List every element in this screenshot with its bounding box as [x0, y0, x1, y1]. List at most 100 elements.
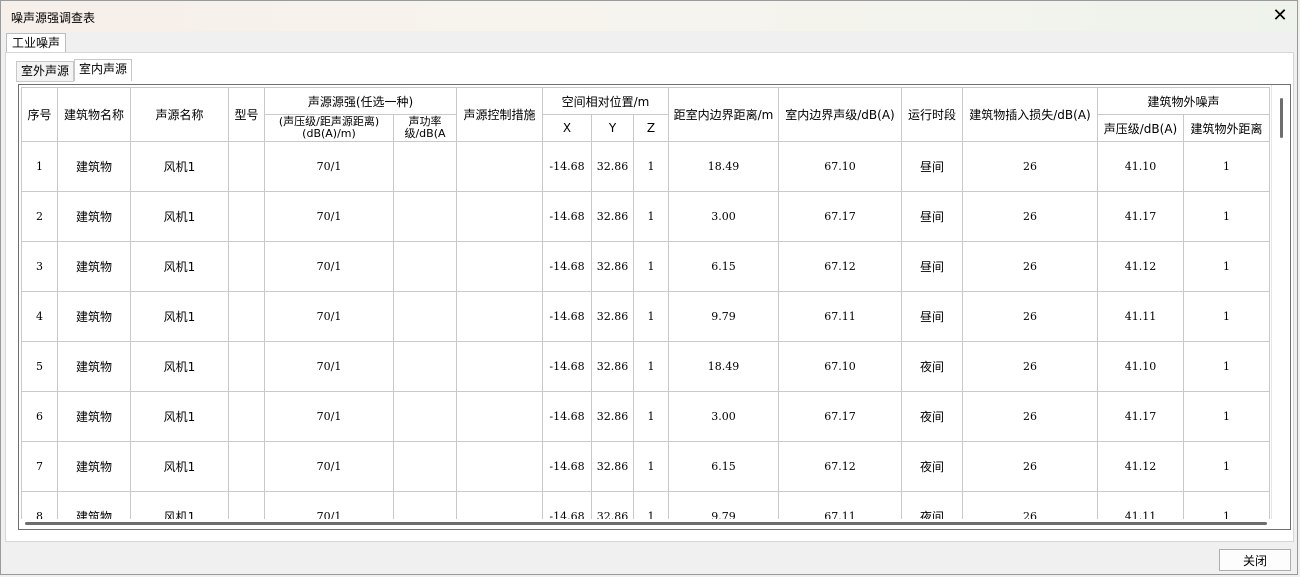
- cell-outside-distance[interactable]: 1: [1182, 291, 1271, 342]
- cell-operation-period[interactable]: 夜间: [901, 341, 963, 392]
- cell-source-name[interactable]: 风机1: [130, 241, 229, 292]
- cell-indoor-spl[interactable]: 67.17: [778, 391, 902, 442]
- cell-distance-boundary[interactable]: 9.79: [668, 291, 779, 342]
- cell-y[interactable]: 32.86: [591, 241, 634, 292]
- cell-building-name[interactable]: 建筑物: [57, 391, 131, 442]
- cell-z[interactable]: 1: [633, 141, 669, 192]
- cell-control-measures[interactable]: [456, 191, 543, 242]
- cell-outside-distance[interactable]: 1: [1182, 441, 1271, 492]
- cell-source-name[interactable]: 风机1: [130, 391, 229, 442]
- cell-control-measures[interactable]: [456, 291, 543, 342]
- header-seq[interactable]: 序号: [21, 87, 58, 142]
- cell-seq[interactable]: 5: [21, 341, 58, 392]
- cell-insertion-loss[interactable]: 26: [962, 241, 1098, 292]
- header-model[interactable]: 型号: [228, 87, 265, 142]
- cell-z[interactable]: 1: [633, 341, 669, 392]
- vertical-scrollbar[interactable]: [1271, 85, 1290, 529]
- tab-outdoor-source[interactable]: 室外声源: [16, 61, 75, 82]
- header-sound-power[interactable]: 声功率级/dB(A: [393, 114, 457, 142]
- cell-insertion-loss[interactable]: 26: [962, 391, 1098, 442]
- cell-outside-distance[interactable]: 1: [1182, 141, 1271, 192]
- cell-distance-boundary[interactable]: 18.49: [668, 141, 779, 192]
- horizontal-scrollbar[interactable]: [19, 519, 1272, 529]
- cell-sound-power[interactable]: [393, 141, 457, 192]
- header-source-name[interactable]: 声源名称: [130, 87, 229, 142]
- cell-source-name[interactable]: 风机1: [130, 291, 229, 342]
- cell-y[interactable]: 32.86: [591, 391, 634, 442]
- header-outside-distance[interactable]: 建筑物外距离: [1182, 114, 1271, 142]
- header-building-name[interactable]: 建筑物名称: [57, 87, 131, 142]
- cell-operation-period[interactable]: 昼间: [901, 141, 963, 192]
- table-row[interactable]: 7 建筑物 风机1 70/1 -14.68 32.86 1 6.15 67.12 夜间 26 41.1…: [21, 441, 1271, 492]
- cell-building-name[interactable]: 建筑物: [57, 291, 131, 342]
- cell-building-name[interactable]: 建筑物: [57, 141, 131, 192]
- cell-model[interactable]: [228, 141, 265, 192]
- cell-x[interactable]: -14.68: [542, 141, 592, 192]
- header-control-measures[interactable]: 声源控制措施: [456, 87, 543, 142]
- table-row[interactable]: 6 建筑物 风机1 70/1 -14.68 32.86 1 3.00 67.17 夜间 26 41.1…: [21, 391, 1271, 442]
- table-row[interactable]: 3 建筑物 风机1 70/1 -14.68 32.86 1 6.15 67.12 昼间 26 41.1…: [21, 241, 1271, 292]
- cell-model[interactable]: [228, 241, 265, 292]
- cell-outside-spl[interactable]: 41.10: [1097, 341, 1184, 392]
- cell-model[interactable]: [228, 191, 265, 242]
- close-icon[interactable]: ✕: [1269, 5, 1291, 27]
- cell-operation-period[interactable]: 昼间: [901, 241, 963, 292]
- cell-indoor-spl[interactable]: 67.17: [778, 191, 902, 242]
- data-grid[interactable]: 序号 建筑物名称 声源名称 型号 声源源强(任选一种) 声源控制措施 空间相对位…: [18, 84, 1291, 530]
- cell-seq[interactable]: 6: [21, 391, 58, 442]
- header-z[interactable]: Z: [633, 114, 669, 142]
- cell-z[interactable]: 1: [633, 191, 669, 242]
- cell-building-name[interactable]: 建筑物: [57, 241, 131, 292]
- cell-sound-power[interactable]: [393, 291, 457, 342]
- cell-sound-power[interactable]: [393, 341, 457, 392]
- cell-distance-boundary[interactable]: 18.49: [668, 341, 779, 392]
- cell-source-name[interactable]: 风机1: [130, 341, 229, 392]
- cell-building-name[interactable]: 建筑物: [57, 341, 131, 392]
- cell-distance-boundary[interactable]: 6.15: [668, 241, 779, 292]
- header-outside-spl[interactable]: 声压级/dB(A): [1097, 114, 1184, 142]
- cell-spl-distance[interactable]: 70/1: [264, 191, 394, 242]
- cell-model[interactable]: [228, 291, 265, 342]
- cell-sound-power[interactable]: [393, 441, 457, 492]
- cell-spl-distance[interactable]: 70/1: [264, 341, 394, 392]
- table-row[interactable]: 2 建筑物 风机1 70/1 -14.68 32.86 1 3.00 67.17 昼间 26 41.1…: [21, 191, 1271, 242]
- cell-indoor-spl[interactable]: 67.11: [778, 291, 902, 342]
- cell-indoor-spl[interactable]: 67.12: [778, 241, 902, 292]
- cell-source-name[interactable]: 风机1: [130, 141, 229, 192]
- cell-operation-period[interactable]: 昼间: [901, 291, 963, 342]
- cell-insertion-loss[interactable]: 26: [962, 141, 1098, 192]
- cell-seq[interactable]: 4: [21, 291, 58, 342]
- cell-control-measures[interactable]: [456, 441, 543, 492]
- cell-spl-distance[interactable]: 70/1: [264, 141, 394, 192]
- cell-source-name[interactable]: 风机1: [130, 441, 229, 492]
- cell-spl-distance[interactable]: 70/1: [264, 441, 394, 492]
- close-button[interactable]: 关闭: [1219, 549, 1291, 571]
- cell-indoor-spl[interactable]: 67.10: [778, 341, 902, 392]
- cell-distance-boundary[interactable]: 6.15: [668, 441, 779, 492]
- cell-outside-distance[interactable]: 1: [1182, 191, 1271, 242]
- cell-sound-power[interactable]: [393, 191, 457, 242]
- cell-model[interactable]: [228, 341, 265, 392]
- cell-outside-spl[interactable]: 41.17: [1097, 391, 1184, 442]
- cell-insertion-loss[interactable]: 26: [962, 441, 1098, 492]
- cell-indoor-spl[interactable]: 67.10: [778, 141, 902, 192]
- cell-outside-spl[interactable]: 41.17: [1097, 191, 1184, 242]
- cell-y[interactable]: 32.86: [591, 341, 634, 392]
- cell-outside-distance[interactable]: 1: [1182, 391, 1271, 442]
- cell-spl-distance[interactable]: 70/1: [264, 391, 394, 442]
- cell-x[interactable]: -14.68: [542, 241, 592, 292]
- cell-building-name[interactable]: 建筑物: [57, 441, 131, 492]
- header-spatial-position[interactable]: 空间相对位置/m: [542, 87, 669, 115]
- header-insertion-loss[interactable]: 建筑物插入损失/dB(A): [962, 87, 1098, 142]
- header-indoor-spl[interactable]: 室内边界声级/dB(A): [778, 87, 902, 142]
- cell-control-measures[interactable]: [456, 141, 543, 192]
- cell-seq[interactable]: 1: [21, 141, 58, 192]
- cell-seq[interactable]: 7: [21, 441, 58, 492]
- cell-operation-period[interactable]: 夜间: [901, 441, 963, 492]
- cell-x[interactable]: -14.68: [542, 191, 592, 242]
- vertical-scroll-thumb[interactable]: [1280, 98, 1283, 138]
- table-row[interactable]: 5 建筑物 风机1 70/1 -14.68 32.86 1 18.49 67.10 夜间 26 41.…: [21, 341, 1271, 392]
- header-y[interactable]: Y: [591, 114, 634, 142]
- cell-y[interactable]: 32.86: [591, 141, 634, 192]
- cell-source-name[interactable]: 风机1: [130, 191, 229, 242]
